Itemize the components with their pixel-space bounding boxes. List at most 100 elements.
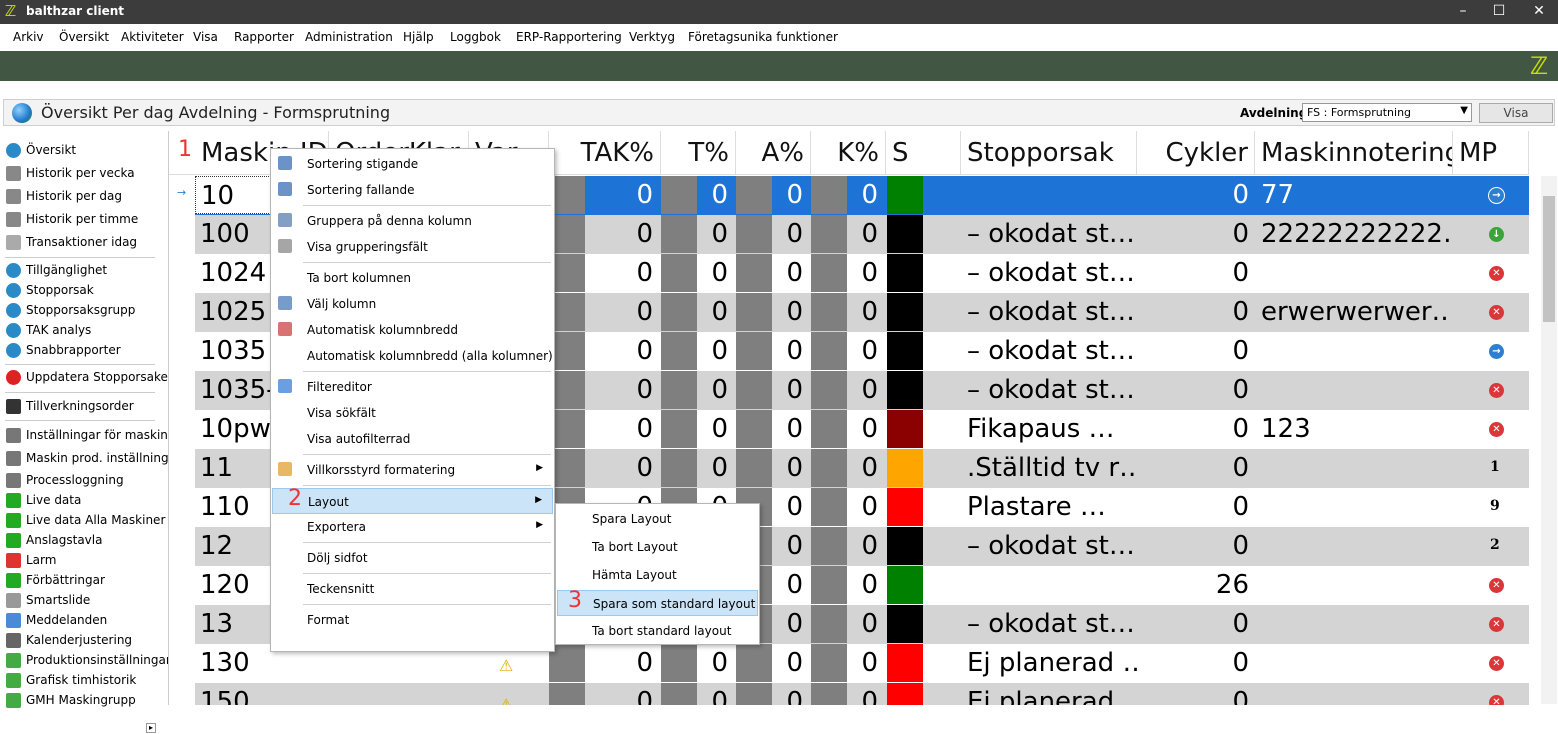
mp-cell[interactable]: ↓ [1453, 215, 1529, 253]
context-item-1[interactable]: Sortering fallande [272, 177, 553, 203]
warning-icon: ⚠ [499, 656, 514, 675]
mp-cell[interactable]: ✕ [1453, 410, 1529, 448]
menu-arkiv[interactable]: Arkiv [13, 30, 44, 44]
column-header-7[interactable]: S [886, 131, 961, 175]
context-item-label: Filtereditor [307, 380, 372, 394]
sidebar-item-20[interactable]: Smartslide [3, 591, 158, 611]
sidebar-item-8[interactable]: TAK analys [3, 321, 158, 341]
menu-oversikt[interactable]: Översikt [59, 30, 109, 44]
sidebar-item-4[interactable]: Transaktioner idag [3, 233, 158, 253]
context-item-0[interactable]: Sortering stigande [272, 151, 553, 177]
context-item-20[interactable]: Dölj sidfot [272, 545, 553, 571]
sidebar-item-16[interactable]: Live data Alla Maskiner [3, 511, 165, 531]
context-item-8[interactable]: Automatisk kolumnbredd [272, 317, 553, 343]
context-item-7[interactable]: Välj kolumn [272, 291, 553, 317]
sidebar-item-3[interactable]: Historik per timme [3, 210, 158, 230]
app-title: balthzar client [26, 4, 125, 18]
mp-cell[interactable]: ✕ [1453, 683, 1529, 705]
maximize-button[interactable]: ☐ [1486, 1, 1512, 23]
context-item-24[interactable]: Format [272, 607, 553, 633]
t-cell: 0 [711, 687, 728, 705]
column-header-10[interactable]: Maskinnotering [1255, 131, 1453, 175]
layout-item-3[interactable]: Spara som standard layout 3 [557, 588, 758, 616]
sidebar-item-7[interactable]: Stopporsaksgrupp [3, 301, 158, 321]
sidebar-item-9[interactable]: Snabbrapporter [3, 341, 158, 361]
menu-foretagsunika[interactable]: Företagsunika funktioner [688, 30, 838, 44]
column-header-8[interactable]: Stopporsak [961, 131, 1137, 175]
sidebar-item-22[interactable]: Kalenderjustering [3, 631, 158, 651]
sidebar-item-25[interactable]: GMH Maskingrupp [3, 691, 158, 711]
table-row[interactable]: 150 0 0 0 0 Ej planerad … 0 ✕ ⚠ [195, 683, 1529, 705]
t-cell: 0 [711, 414, 728, 444]
context-item-12[interactable]: Visa sökfält [272, 400, 553, 426]
k-cell: 0 [861, 336, 878, 366]
sidebar-item-21[interactable]: Meddelanden [3, 611, 158, 631]
mp-cell[interactable]: ✕ [1453, 644, 1529, 682]
mp-cell[interactable]: ✕ [1453, 293, 1529, 331]
minimize-button[interactable]: – [1450, 1, 1476, 23]
mp-cell[interactable]: → [1453, 332, 1529, 370]
sidebar-item-13[interactable]: Maskin prod. inställning [3, 449, 169, 469]
context-item-17[interactable]: Layout ▶ 2 [272, 486, 553, 514]
mp-cell[interactable]: 1 [1453, 449, 1529, 487]
menu-rapporter[interactable]: Rapporter [234, 30, 294, 44]
menu-aktiviteter[interactable]: Aktiviteter [121, 30, 184, 44]
layout-item-4[interactable]: Ta bort standard layout [557, 618, 758, 644]
menu-visa[interactable]: Visa [193, 30, 218, 44]
sidebar-item-10[interactable]: Uppdatera Stopporsaker [3, 368, 173, 388]
mp-cell[interactable]: ✕ [1453, 605, 1529, 643]
context-item-6[interactable]: Ta bort kolumnen [272, 265, 553, 291]
menu-hjalp[interactable]: Hjälp [403, 30, 434, 44]
column-header-6[interactable]: K% [811, 131, 886, 175]
mp-cell[interactable]: 2 [1453, 527, 1529, 565]
mp-cell[interactable]: ✕ [1453, 371, 1529, 409]
layout-item-0[interactable]: Spara Layout [557, 506, 758, 532]
sidebar-item-24[interactable]: Grafisk timhistorik [3, 671, 158, 691]
mp-cell[interactable]: → [1453, 176, 1529, 214]
sidebar-item-23[interactable]: Produktionsinställningar [3, 651, 171, 671]
mp-cell[interactable]: ✕ [1453, 566, 1529, 604]
context-item-label: Teckensnitt [307, 582, 375, 596]
sidebar-item-11[interactable]: Tillverkningsorder [3, 397, 158, 417]
context-item-13[interactable]: Visa autofilterrad [272, 426, 553, 452]
sidebar-item-15[interactable]: Live data [3, 491, 158, 511]
department-select[interactable]: FS : Formsprutning ▼ [1302, 103, 1472, 122]
sidebar-item-12[interactable]: Inställningar för maskin [3, 426, 168, 446]
context-item-11[interactable]: Filtereditor [272, 374, 553, 400]
sidebar-item-5[interactable]: Tillgänglighet [3, 261, 158, 281]
menu-administration[interactable]: Administration [305, 30, 393, 44]
mp-cell[interactable]: ✕ [1453, 254, 1529, 292]
scrollbar-thumb[interactable] [1543, 196, 1555, 322]
context-item-9[interactable]: Automatisk kolumnbredd (alla kolumner) [272, 343, 553, 369]
layout-item-2[interactable]: Hämta Layout [557, 562, 758, 588]
sidebar-item-0[interactable]: Översikt [3, 141, 158, 161]
show-button[interactable]: Visa [1479, 103, 1553, 123]
sidebar-item-6[interactable]: Stopporsak [3, 281, 158, 301]
close-button[interactable]: ✕ [1526, 1, 1552, 23]
context-item-18[interactable]: Exportera ▶ [272, 514, 553, 540]
menu-loggbok[interactable]: Loggbok [450, 30, 501, 44]
sidebar-item-17[interactable]: Anslagstavla [3, 531, 158, 551]
sidebar-item-18[interactable]: Larm [3, 551, 158, 571]
context-item-4[interactable]: Visa grupperingsfält [272, 234, 553, 260]
sidebar-item-2[interactable]: Historik per dag [3, 187, 158, 207]
context-item-3[interactable]: Gruppera på denna kolumn [272, 208, 553, 234]
calendar-icon [6, 633, 21, 648]
layout-item-1[interactable]: Ta bort Layout [557, 534, 758, 560]
sidebar-item-19[interactable]: Förbättringar [3, 571, 158, 591]
sidebar-item-14[interactable]: Processloggning [3, 471, 158, 491]
menu-verktyg[interactable]: Verktyg [629, 30, 675, 44]
column-header-3[interactable]: TAK% [549, 131, 661, 175]
menu-erp-rapportering[interactable]: ERP-Rapportering [516, 30, 622, 44]
context-item-15[interactable]: Villkorsstyrd formatering ▶ [272, 457, 553, 483]
context-item-22[interactable]: Teckensnitt [272, 576, 553, 602]
column-header-11[interactable]: MP [1453, 131, 1529, 175]
vertical-scrollbar[interactable] [1541, 176, 1557, 704]
sidebar-item-1[interactable]: Historik per vecka [3, 164, 158, 184]
sidebar-collapse-icon[interactable]: ▸ [146, 723, 156, 733]
note-cell [1261, 566, 1451, 604]
column-header-4[interactable]: T% [661, 131, 736, 175]
column-header-5[interactable]: A% [736, 131, 811, 175]
column-header-9[interactable]: Cykler [1137, 131, 1255, 175]
mp-cell[interactable]: 9 [1453, 488, 1529, 526]
